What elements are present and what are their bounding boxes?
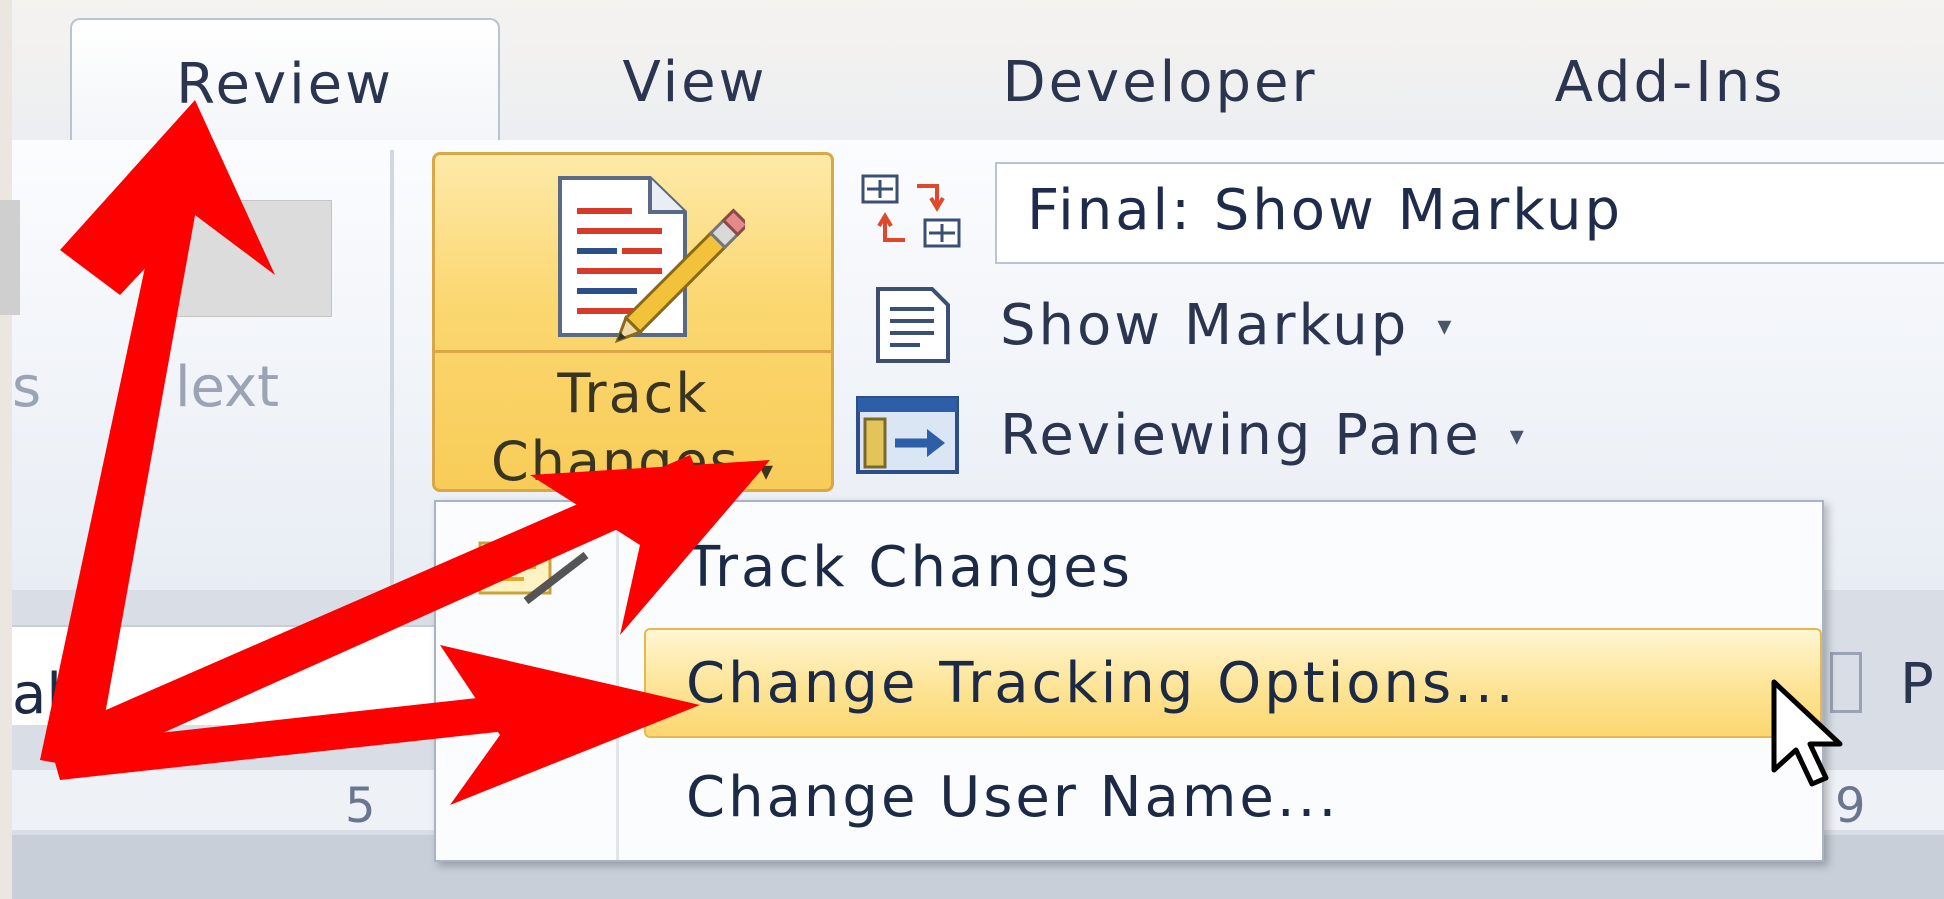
chevron-down-icon: ▾ [759, 454, 776, 487]
tab-view[interactable]: View [560, 18, 830, 138]
group-divider [390, 150, 394, 590]
previous-comment-button-partial[interactable] [0, 200, 20, 315]
display-for-review-dropdown[interactable]: Final: Show Markup [995, 162, 1944, 264]
next-label: lext [175, 355, 280, 420]
track-changes-icon [558, 176, 745, 344]
reviewing-pane-button[interactable]: Reviewing Pane ▾ [855, 395, 1527, 475]
chevron-down-icon: ▾ [1509, 418, 1527, 452]
show-markup-icon [876, 287, 950, 363]
menu-item-track-changes[interactable]: Track Changes [436, 512, 1818, 622]
chevron-down-icon: ▾ [1437, 308, 1455, 342]
paragraph-label: P [1900, 652, 1934, 717]
word-ribbon-screenshot: Review View Developer Add-Ins s lext Tra… [0, 0, 1944, 899]
display-for-review-icon [861, 174, 961, 248]
tab-developer[interactable]: Developer [960, 18, 1360, 138]
tab-review[interactable]: Review [70, 18, 500, 142]
reviewing-pane-icon [856, 396, 959, 474]
mouse-pointer-icon [1771, 679, 1843, 787]
track-changes-label[interactable]: Track Changes ▾ [435, 360, 831, 505]
previous-label: s [12, 355, 42, 420]
ruler-number: 5 [345, 778, 376, 834]
track-changes-small-icon [478, 541, 589, 605]
track-changes-button[interactable]: Track Changes ▾ [432, 152, 834, 493]
menu-item-change-tracking-options[interactable]: Change Tracking Options... [644, 628, 1822, 738]
tab-add-ins[interactable]: Add-Ins [1510, 18, 1830, 138]
window-edge [0, 0, 12, 899]
next-comment-button[interactable] [150, 200, 332, 317]
show-markup-button[interactable]: Show Markup ▾ [870, 285, 1454, 365]
menu-item-change-user-name[interactable]: Change User Name... [436, 742, 1818, 852]
split-divider [435, 350, 831, 353]
font-name-box[interactable]: al [12, 625, 442, 727]
